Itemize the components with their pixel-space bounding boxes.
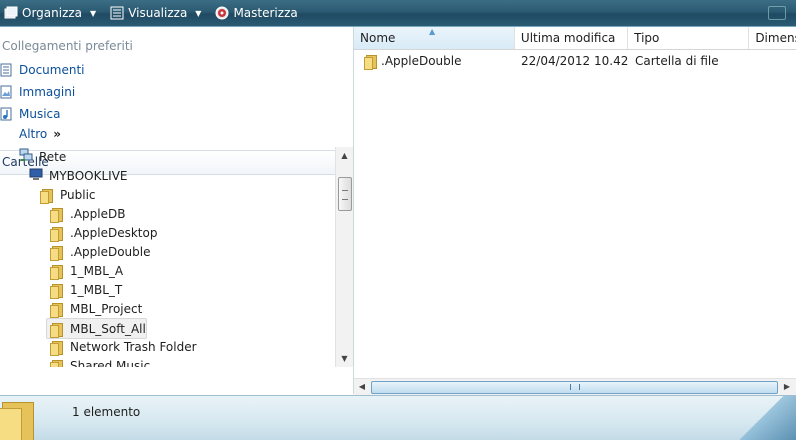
decorative-corner — [736, 396, 796, 440]
pictures-icon — [0, 85, 12, 99]
column-headers: ▲ Nome Ultima modifica Tipo Dimens — [354, 27, 796, 50]
favorite-music[interactable]: Musica — [0, 104, 61, 124]
folder-icon — [50, 264, 64, 280]
file-type: Cartella di file — [635, 54, 719, 68]
content-horizontal-scrollbar[interactable]: ◀ ▶ — [354, 378, 796, 395]
organize-icon — [4, 6, 18, 20]
tree-item-folder[interactable]: .AppleDouble — [50, 242, 151, 261]
sort-ascending-icon: ▲ — [429, 27, 436, 36]
view-icon — [110, 6, 124, 20]
tree-item-folder-selected[interactable]: MBL_Soft_All — [46, 318, 147, 339]
scroll-left-icon[interactable]: ◀ — [354, 379, 370, 395]
tree-item-network[interactable]: Rete — [19, 147, 66, 166]
favorites-title: Collegamenti preferiti — [2, 39, 133, 53]
burn-button[interactable]: Masterizza — [211, 0, 303, 26]
tree-item-folder[interactable]: .AppleDesktop — [50, 223, 157, 242]
favorite-label: Immagini — [19, 85, 76, 99]
chevron-down-icon: ▼ — [195, 8, 202, 18]
tree-label: MBL_Soft_All — [70, 321, 146, 336]
toolbar-end-icon — [768, 6, 786, 20]
column-label: Dimens — [755, 31, 796, 45]
tree-label: MBL_Project — [70, 301, 143, 316]
folder-icon — [364, 54, 378, 70]
folder-icon — [50, 226, 64, 242]
tree-label: 1_MBL_A — [70, 263, 124, 278]
burn-label: Masterizza — [233, 6, 298, 20]
column-label: Ultima modifica — [520, 31, 616, 45]
computer-icon — [29, 167, 43, 184]
view-button[interactable]: Visualizza ▼ — [106, 0, 207, 26]
tree-vertical-scrollbar[interactable]: ▲ ▼ — [335, 147, 353, 367]
tree-label: MYBOOKLIVE — [49, 168, 128, 183]
tree-label: Shared Music — [70, 358, 151, 368]
double-chevron-icon: » — [53, 127, 62, 141]
scroll-right-icon[interactable]: ▶ — [779, 379, 795, 395]
folder-icon — [50, 302, 64, 318]
chevron-down-icon: ▼ — [90, 8, 97, 18]
folder-icon — [50, 322, 64, 338]
column-label: Nome — [360, 31, 396, 45]
favorite-pictures[interactable]: Immagini — [0, 82, 75, 102]
scroll-up-icon[interactable]: ▲ — [336, 147, 353, 164]
file-row[interactable]: .AppleDouble 22/04/2012 10.42 Cartella d… — [354, 51, 796, 71]
column-header-name[interactable]: ▲ Nome — [354, 27, 515, 49]
file-name: .AppleDouble — [381, 54, 462, 68]
burn-disc-icon — [215, 6, 229, 20]
tree-label: 1_MBL_T — [70, 282, 123, 297]
tree-item-mybooklive[interactable]: MYBOOKLIVE — [29, 166, 127, 185]
more-label: Altro — [19, 127, 48, 141]
folder-icon — [50, 245, 64, 261]
shared-folder-icon — [40, 188, 54, 204]
favorite-label: Musica — [19, 107, 61, 121]
scroll-thumb[interactable] — [338, 177, 352, 211]
document-icon — [0, 63, 12, 77]
folder-icon — [50, 359, 64, 367]
tree-item-folder[interactable]: Shared Music — [50, 356, 150, 367]
tree-label: Network Trash Folder — [70, 339, 197, 354]
details-pane: 1 elemento — [0, 395, 796, 440]
tree-item-folder[interactable]: 1_MBL_A — [50, 261, 123, 280]
favorite-label: Documenti — [19, 63, 85, 77]
column-header-size[interactable]: Dimens — [749, 27, 796, 49]
file-list-pane: ▲ Nome Ultima modifica Tipo Dimens .Appl… — [354, 27, 796, 395]
tree-item-folder[interactable]: Network Trash Folder — [50, 337, 197, 356]
tree-label: .AppleDesktop — [70, 225, 158, 240]
column-label: Tipo — [634, 31, 660, 45]
tree-label: .AppleDB — [70, 206, 126, 221]
column-header-modified[interactable]: Ultima modifica — [515, 27, 629, 49]
tree-label: Public — [60, 187, 96, 202]
tree-label: .AppleDouble — [70, 244, 151, 259]
organize-button[interactable]: Organizza ▼ — [0, 0, 102, 26]
scroll-thumb[interactable] — [371, 381, 778, 394]
folder-icon — [50, 340, 64, 356]
tree-label: Rete — [39, 149, 67, 164]
command-bar: Organizza ▼ Visualizza ▼ Masterizza — [0, 0, 796, 27]
column-header-type[interactable]: Tipo — [628, 27, 750, 49]
folder-icon — [0, 398, 40, 440]
music-icon — [0, 107, 12, 121]
tree-item-folder[interactable]: 1_MBL_T — [50, 280, 122, 299]
organize-label: Organizza — [22, 6, 83, 20]
more-favorites-link[interactable]: Altro » — [19, 127, 61, 141]
folder-icon — [50, 207, 64, 223]
favorite-documents[interactable]: Documenti — [0, 60, 85, 80]
view-label: Visualizza — [128, 6, 188, 20]
folder-tree: Rete MYBOOKLIVE Public .AppleDB .AppleDe… — [0, 147, 335, 367]
tree-item-public[interactable]: Public — [40, 185, 96, 204]
folder-icon — [50, 283, 64, 299]
scroll-down-icon[interactable]: ▼ — [336, 350, 353, 367]
item-count: 1 elemento — [72, 405, 141, 419]
tree-item-folder[interactable]: .AppleDB — [50, 204, 125, 223]
network-icon — [19, 148, 33, 165]
tree-item-folder[interactable]: MBL_Project — [50, 299, 142, 318]
file-modified: 22/04/2012 10.42 — [521, 54, 629, 68]
